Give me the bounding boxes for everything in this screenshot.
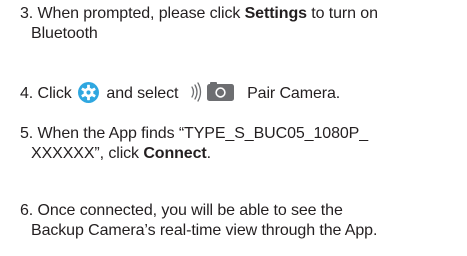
step-3-line-2: Bluetooth (31, 25, 98, 42)
step-6: 6. Once connected, you will be able to s… (20, 201, 465, 241)
step-4: 4. Click and select Pair Camera. (20, 81, 465, 104)
step-5: 5. When the App finds “TYPE_S_BUC05_1080… (20, 124, 465, 164)
step-3-number: 3. (20, 5, 34, 22)
step-5-number: 5. (20, 125, 34, 142)
step-5-period: . (206, 145, 211, 162)
step-3-text-end: to turn on (306, 5, 378, 22)
step-4-text-select: and select (106, 85, 179, 102)
step-6-line-2: Backup Camera’s real-time view through t… (31, 222, 378, 239)
connect-keyword: Connect (143, 145, 207, 162)
step-6-number: 6. (20, 202, 34, 219)
settings-gear-icon (78, 82, 100, 103)
bluetooth-signal-camera-icon (191, 82, 234, 102)
step-6-text: Once connected, you will be able to see … (37, 202, 343, 219)
settings-keyword: Settings (244, 5, 307, 22)
step-4-text-pair: Pair Camera. (247, 85, 341, 102)
step-3: 3. When prompted, please click Settings … (20, 4, 465, 44)
instruction-page: 3. When prompted, please click Settings … (0, 0, 467, 256)
step-4-number: 4. (20, 85, 34, 102)
step-5-line-2-text: XXXXXX”, click (31, 145, 144, 162)
step-5-line-2: XXXXXX”, click Connect. (20, 144, 465, 164)
step-4-text-click: Click (37, 85, 72, 102)
step-3-text: When prompted, please click (37, 5, 245, 22)
step-5-text: When the App finds “TYPE_S_BUC05_1080P_ (37, 125, 369, 142)
